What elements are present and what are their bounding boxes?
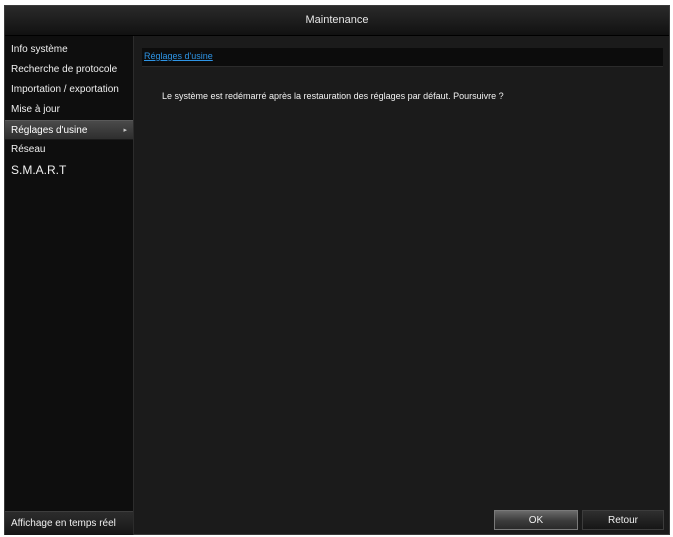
tab-bar: Réglages d'usine [142,48,663,67]
sidebar-item-reglages-usine[interactable]: Réglages d'usine ▸ [5,120,133,140]
sidebar-item-smart[interactable]: S.M.A.R.T [5,160,133,180]
confirmation-message: Le système est redémarré après la restau… [162,91,504,101]
sidebar-item-label: Réseau [11,144,46,155]
sidebar-item-label: Recherche de protocole [11,64,118,75]
sidebar-item-label: Info système [11,44,68,55]
sidebar-item-info-systeme[interactable]: Info système [5,40,133,60]
sidebar-item-label: Importation / exportation [11,84,119,95]
sidebar-item-import-export[interactable]: Importation / exportation [5,80,133,100]
window-title: Maintenance [5,6,669,36]
tab-reglages-usine[interactable]: Réglages d'usine [144,51,213,61]
chevron-right-icon: ▸ [123,127,127,134]
sidebar-item-label: Mise à jour [11,104,60,115]
back-button[interactable]: Retour [582,510,664,530]
ok-button[interactable]: OK [494,510,578,530]
main-content: Réglages d'usine Le système est redémarr… [134,36,669,534]
sidebar-item-reseau[interactable]: Réseau [5,140,133,160]
sidebar-item-recherche-protocole[interactable]: Recherche de protocole [5,60,133,80]
sidebar-item-label: S.M.A.R.T [11,163,67,177]
maintenance-window: Maintenance Info système Recherche de pr… [4,5,670,535]
liveview-button[interactable]: Affichage en temps réel [5,511,133,535]
sidebar-item-label: Réglages d'usine [11,125,88,136]
sidebar-item-mise-a-jour[interactable]: Mise à jour [5,100,133,120]
sidebar: Info système Recherche de protocole Impo… [5,36,134,535]
